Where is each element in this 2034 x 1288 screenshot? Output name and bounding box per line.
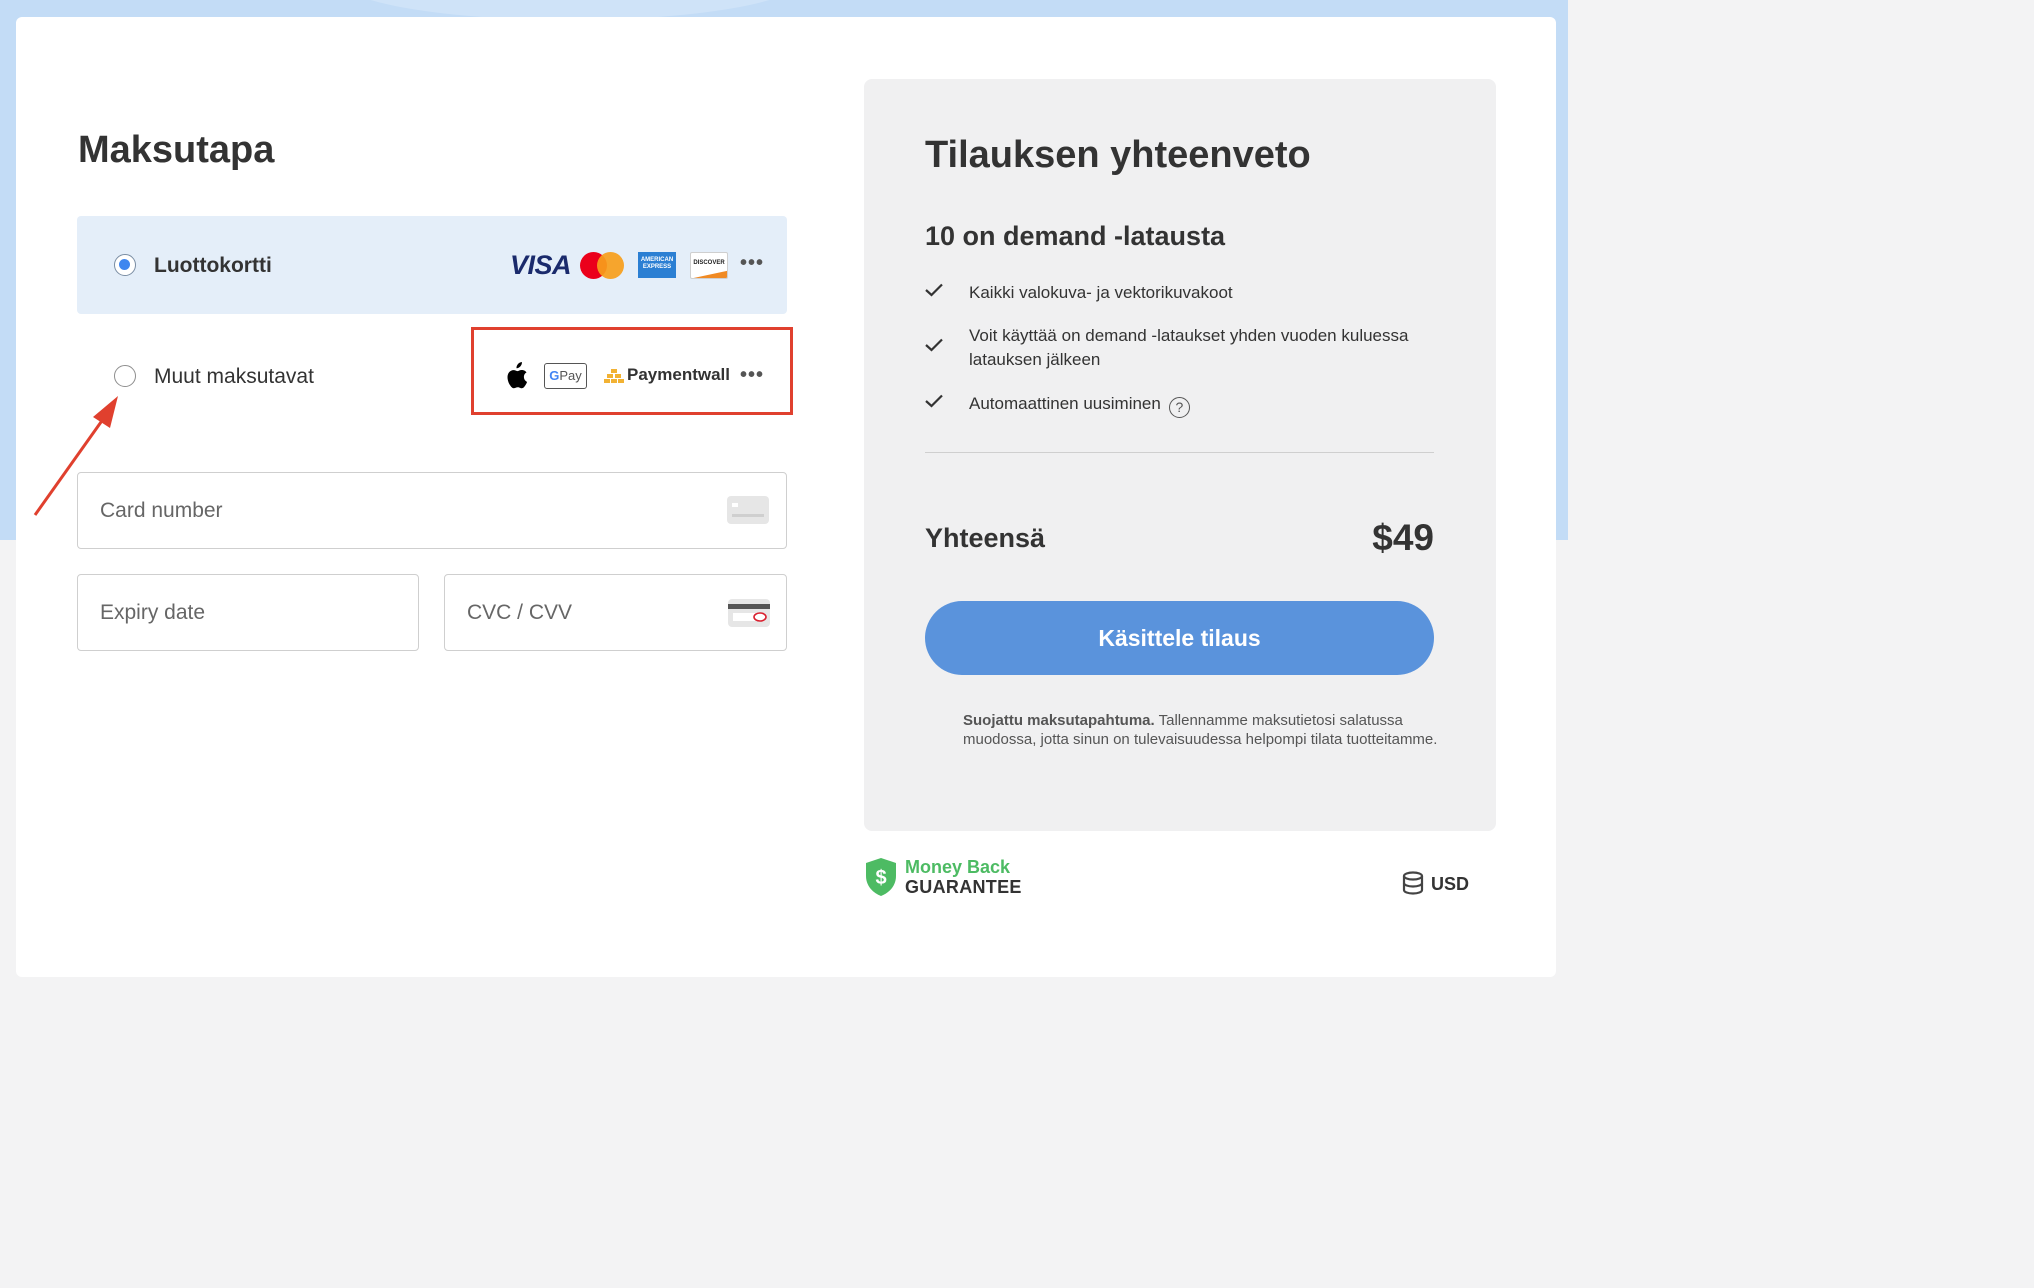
amex-logo: AMERICAN EXPRESS <box>638 252 676 278</box>
help-icon[interactable]: ? <box>1168 397 1190 418</box>
mastercard-logo <box>580 252 624 279</box>
annotation-highlight-box <box>471 327 793 415</box>
coins-icon <box>1402 871 1424 895</box>
total-price: $49 <box>1372 517 1434 558</box>
card-chip-icon <box>727 496 769 524</box>
process-order-button[interactable]: Käsittele tilaus <box>925 601 1434 675</box>
expiry-date-input[interactable] <box>100 575 372 650</box>
check-icon <box>925 338 943 352</box>
visa-logo: VISA <box>510 250 572 280</box>
payment-method-title: Maksutapa <box>78 129 275 171</box>
summary-divider <box>925 452 1434 453</box>
cvc-input[interactable] <box>467 575 740 650</box>
credit-card-label: Luottokortti <box>154 254 272 277</box>
order-summary-title: Tilauksen yhteenveto <box>925 134 1311 176</box>
card-number-input[interactable] <box>100 473 667 548</box>
expiry-date-field[interactable] <box>77 574 419 651</box>
payment-option-credit-card[interactable]: Luottokortti VISA AMERICAN EXPRESS DISCO… <box>77 216 787 314</box>
plan-title: 10 on demand -latausta <box>925 221 1226 251</box>
secure-transaction-note: Suojattu maksutapahtuma. Tallennamme mak… <box>963 712 1438 748</box>
other-methods-radio[interactable] <box>114 365 136 387</box>
auto-renew-label: Automaattinen uusiminen <box>969 394 1161 413</box>
card-cvc-icon <box>728 599 770 627</box>
svg-text:$: $ <box>875 867 886 889</box>
order-summary-panel: Tilauksen yhteenveto 10 on demand -latau… <box>864 79 1496 831</box>
card-number-field[interactable] <box>77 472 787 549</box>
shield-dollar-icon: $ <box>866 858 896 896</box>
cvc-field[interactable] <box>444 574 787 651</box>
credit-card-radio[interactable] <box>114 254 136 276</box>
check-icon <box>925 283 943 297</box>
more-card-brands-icon: ••• <box>740 252 765 274</box>
total-label: Yhteensä <box>925 523 1046 553</box>
money-back-guarantee: $ Money Back GUARANTEE <box>864 857 1064 899</box>
check-icon <box>925 394 943 408</box>
checkout-card: Maksutapa Luottokortti VISA AMERICAN EXP… <box>16 17 1556 977</box>
discover-logo: DISCOVER <box>690 252 728 279</box>
other-methods-label: Muut maksutavat <box>154 365 314 388</box>
currency-label: USD <box>1431 874 1470 894</box>
